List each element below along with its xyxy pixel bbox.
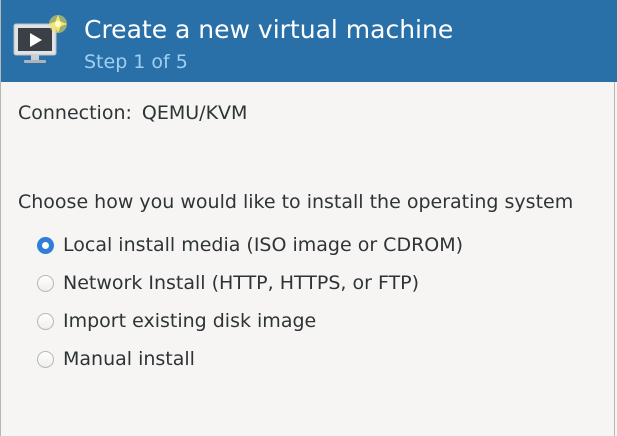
radio-button[interactable] bbox=[37, 274, 54, 292]
option-label[interactable]: Import existing disk image bbox=[63, 310, 316, 332]
install-method-prompt: Choose how you would like to install the… bbox=[18, 191, 574, 213]
radio-network-install[interactable]: Network Install (HTTP, HTTPS, or FTP) bbox=[37, 264, 463, 302]
radio-button-checked[interactable] bbox=[37, 236, 54, 254]
option-label[interactable]: Network Install (HTTP, HTTPS, or FTP) bbox=[63, 272, 419, 294]
virtual-machine-new-icon bbox=[13, 15, 67, 63]
connection-label: Connection: bbox=[18, 102, 132, 124]
radio-button[interactable] bbox=[37, 350, 54, 368]
wizard-header: Create a new virtual machine Step 1 of 5 bbox=[1, 0, 617, 82]
connection-row: Connection: QEMU/KVM bbox=[18, 102, 247, 124]
option-label[interactable]: Local install media (ISO image or CDROM) bbox=[63, 234, 463, 256]
radio-local-install-media[interactable]: Local install media (ISO image or CDROM) bbox=[37, 226, 463, 264]
option-label[interactable]: Manual install bbox=[63, 348, 195, 370]
radio-import-disk-image[interactable]: Import existing disk image bbox=[37, 302, 463, 340]
wizard-step-indicator: Step 1 of 5 bbox=[84, 51, 188, 73]
new-vm-wizard-window: Create a new virtual machine Step 1 of 5… bbox=[0, 0, 617, 436]
radio-manual-install[interactable]: Manual install bbox=[37, 340, 463, 378]
install-method-radio-group: Local install media (ISO image or CDROM)… bbox=[37, 229, 463, 378]
wizard-title: Create a new virtual machine bbox=[84, 15, 454, 44]
connection-value: QEMU/KVM bbox=[141, 102, 248, 124]
radio-button[interactable] bbox=[37, 312, 54, 330]
